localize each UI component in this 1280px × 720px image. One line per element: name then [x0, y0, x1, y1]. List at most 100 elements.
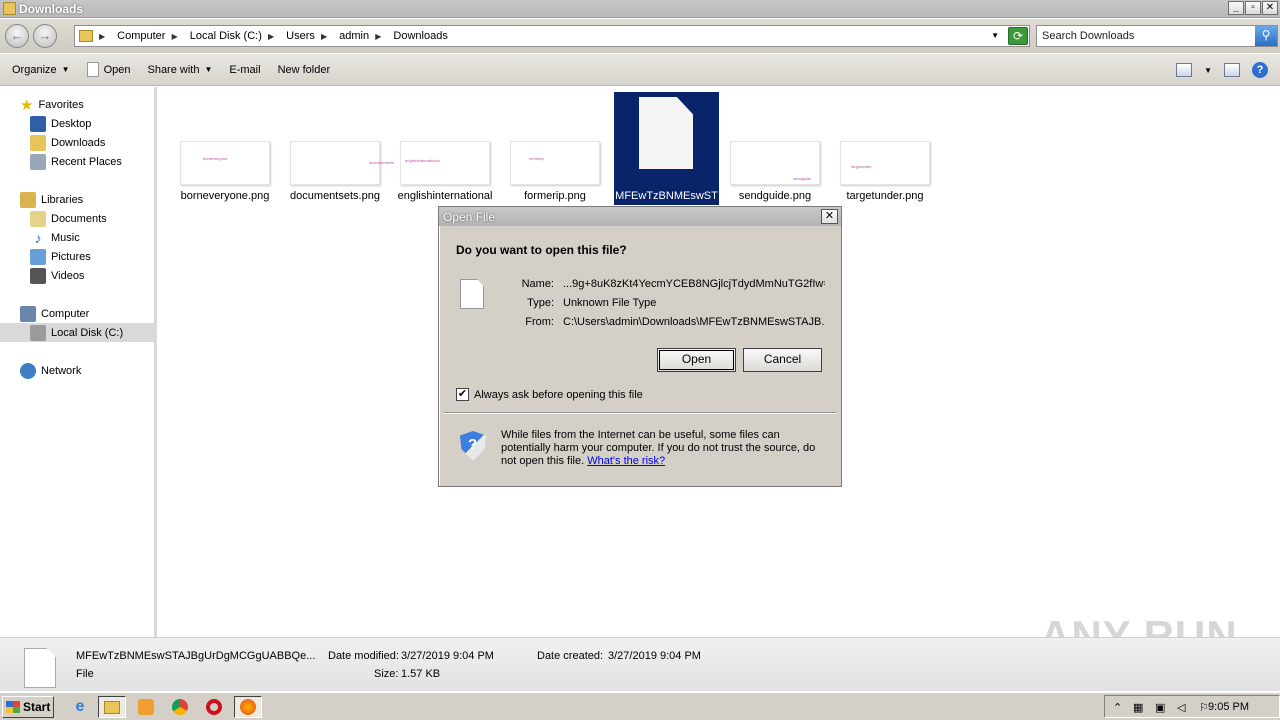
clock[interactable]: 9:05 PM	[1208, 701, 1249, 713]
volume-icon[interactable]: ◁	[1177, 701, 1185, 714]
file-name: documentsets.png	[290, 190, 380, 202]
open-button[interactable]: Open	[657, 348, 736, 372]
network-icon	[20, 362, 36, 379]
dialog-question: Do you want to open this file?	[456, 243, 627, 257]
email-button[interactable]: E-mail	[229, 64, 260, 76]
from-label: From:	[525, 316, 554, 328]
system-tray: ⌃ ▦ ▣ ◁ ⚐ 9:05 PM	[1104, 695, 1280, 718]
file-item[interactable]: sendguide sendguide.png	[720, 87, 824, 205]
media-player-icon	[138, 699, 154, 715]
network-tray-icon[interactable]: ▣	[1155, 701, 1165, 714]
refresh-button[interactable]: ⟳	[1008, 27, 1028, 45]
always-ask-checkbox[interactable]: ✔	[456, 388, 469, 401]
breadcrumb-arrow[interactable]: ▶	[99, 32, 111, 41]
security-shield-icon: ?	[460, 431, 486, 461]
file-item-selected[interactable]: MFEwTzBNMEswST	[614, 87, 719, 205]
search-placeholder: Search Downloads	[1042, 30, 1135, 42]
windows-logo-icon	[6, 701, 20, 713]
breadcrumb-users[interactable]: Users ▶	[286, 30, 333, 42]
name-label: Name:	[521, 278, 554, 290]
chrome-taskbar-button[interactable]	[166, 696, 194, 718]
open-button[interactable]: Open	[86, 62, 130, 77]
dialog-title-bar: Open File ✕	[439, 207, 841, 226]
cancel-button[interactable]: Cancel	[743, 348, 822, 372]
nav-computer[interactable]: Computer	[20, 304, 89, 323]
dialog-close-button[interactable]: ✕	[821, 209, 838, 224]
new-folder-button[interactable]: New folder	[278, 64, 331, 76]
address-bar[interactable]: ▶ Computer ▶ Local Disk (C:) ▶ Users ▶ a…	[74, 25, 1030, 47]
warning-area: ? While files from the Internet can be u…	[440, 415, 840, 486]
whats-the-risk-link[interactable]: What's the risk?	[587, 455, 665, 467]
file-item[interactable]: formerip formerip.png	[500, 87, 604, 205]
nav-documents[interactable]: Documents	[30, 209, 107, 228]
taskbar: Start e ⌃ ▦ ▣ ◁ ⚐ 9:05 PM	[0, 692, 1280, 720]
share-with-button[interactable]: Share with ▼	[147, 64, 212, 76]
breadcrumb-downloads[interactable]: Downloads	[393, 30, 447, 42]
breadcrumb-computer[interactable]: Computer ▶	[117, 30, 184, 42]
document-icon	[86, 62, 99, 77]
help-icon[interactable]: ?	[1252, 62, 1268, 78]
firefox-taskbar-button[interactable]	[234, 696, 262, 718]
file-item[interactable]: documentsets documentsets.png	[280, 87, 394, 205]
chrome-icon	[172, 699, 188, 715]
image-thumbnail: borneveryone	[180, 141, 270, 185]
breadcrumb-admin[interactable]: admin ▶	[339, 30, 387, 42]
nav-videos[interactable]: Videos	[30, 266, 84, 285]
breadcrumb-local-disk[interactable]: Local Disk (C:) ▶	[190, 30, 280, 42]
nav-recent-places[interactable]: Recent Places	[30, 152, 122, 171]
nav-pictures[interactable]: Pictures	[30, 247, 91, 266]
chevron-up-icon[interactable]: ⌃	[1113, 701, 1122, 714]
file-name: englishinternational	[397, 190, 493, 202]
start-button[interactable]: Start	[2, 696, 54, 718]
folder-icon	[79, 30, 93, 42]
firefox-icon	[240, 699, 256, 715]
always-ask-label[interactable]: Always ask before opening this file	[474, 389, 643, 401]
minimize-button[interactable]: _	[1228, 1, 1244, 15]
internet-explorer-taskbar-button[interactable]: e	[66, 696, 94, 718]
media-player-taskbar-button[interactable]	[132, 696, 160, 718]
chevron-down-icon[interactable]: ▼	[991, 31, 999, 40]
details-filetype: File	[76, 668, 94, 680]
search-input[interactable]: Search Downloads ⚲	[1036, 25, 1278, 47]
file-name: formerip.png	[524, 190, 586, 202]
pictures-icon	[30, 248, 46, 265]
music-icon: ♪	[34, 229, 42, 246]
explorer-taskbar-button[interactable]	[98, 696, 126, 718]
chevron-right-icon: ▶	[375, 31, 382, 41]
drive-icon	[30, 324, 46, 341]
date-modified-label: Date modified:	[328, 650, 399, 662]
chevron-down-icon: ▼	[61, 65, 70, 74]
organize-button[interactable]: Organize ▼	[12, 64, 70, 76]
close-button[interactable]: ✕	[1262, 1, 1278, 15]
warning-text: While files from the Internet can be use…	[501, 429, 816, 467]
preview-pane-icon[interactable]	[1224, 63, 1240, 77]
folder-icon	[3, 2, 16, 15]
search-icon[interactable]: ⚲	[1255, 26, 1277, 46]
divider	[443, 412, 837, 414]
back-button[interactable]: ←	[5, 24, 29, 48]
nav-favorites[interactable]: ★ Favorites	[20, 95, 84, 114]
change-view-icon[interactable]	[1176, 63, 1193, 77]
internet-explorer-icon: e	[75, 698, 85, 715]
file-item[interactable]: englishinternational englishinternationa…	[390, 87, 494, 205]
maximize-button[interactable]: ▫	[1245, 1, 1261, 15]
chevron-down-icon[interactable]: ▼	[1204, 66, 1212, 75]
forward-button[interactable]: →	[33, 24, 57, 48]
downloads-folder-icon	[30, 134, 46, 151]
nav-desktop[interactable]: Desktop	[30, 114, 91, 133]
image-thumbnail: sendguide	[730, 141, 820, 185]
file-item[interactable]: targetunder targetunder.png	[830, 87, 934, 205]
file-name: targetunder.png	[846, 190, 924, 202]
action-center-icon[interactable]: ▦	[1133, 701, 1143, 714]
file-item[interactable]: borneveryone borneveryone.png	[170, 87, 274, 205]
file-icon	[460, 279, 484, 309]
nav-downloads[interactable]: Downloads	[30, 133, 105, 152]
nav-local-disk[interactable]: Local Disk (C:)	[0, 323, 157, 342]
opera-taskbar-button[interactable]	[200, 696, 228, 718]
chevron-right-icon: ▶	[171, 31, 178, 41]
window-title: Downloads	[19, 2, 84, 16]
nav-libraries[interactable]: Libraries	[20, 190, 83, 209]
nav-network[interactable]: Network	[20, 361, 81, 380]
nav-music[interactable]: ♪ Music	[30, 228, 80, 247]
folder-icon	[104, 700, 120, 714]
